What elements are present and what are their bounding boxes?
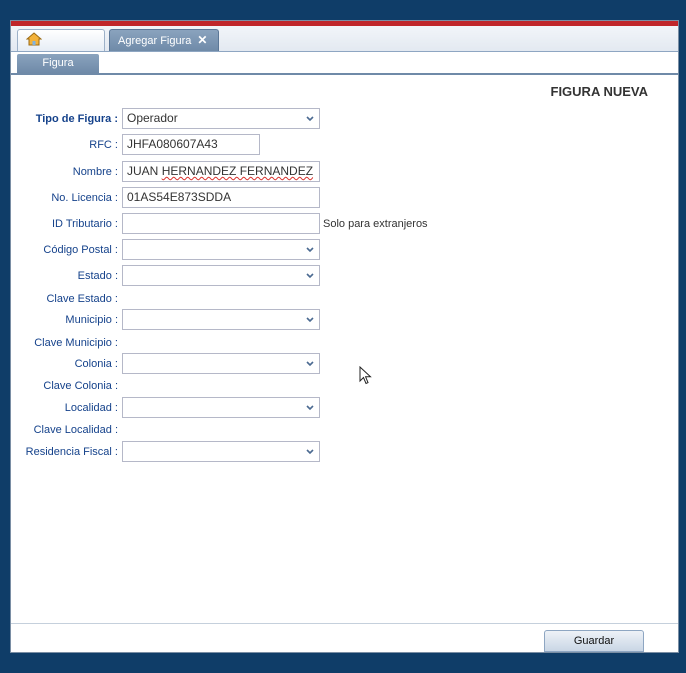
chevron-down-icon[interactable] [305,310,315,329]
municipio-label: Municipio : [65,314,118,326]
municipio-select[interactable] [122,309,320,330]
colonia-label: Colonia : [74,358,118,370]
tab-figura[interactable]: Figura [17,54,99,73]
id-tributario-label: ID Tributario : [51,218,118,230]
id-tributario-hint: Solo para extranjeros [323,218,428,230]
tipo-figura-label: Tipo de Figura : [35,113,118,125]
nombre-field[interactable]: JUAN HERNANDEZ FERNANDEZ [122,161,320,182]
nombre-value-first: JUAN [127,164,159,178]
residencia-fiscal-label: Residencia Fiscal : [25,446,118,458]
mouse-pointer-icon [359,366,372,385]
close-icon[interactable]: ✕ [197,33,207,47]
chevron-down-icon[interactable] [305,398,315,417]
save-button[interactable]: Guardar [544,630,644,652]
clave-municipio-label: Clave Municipio : [34,337,118,349]
residencia-fiscal-select[interactable] [122,441,320,462]
rfc-label: RFC : [89,139,118,151]
tipo-figura-select[interactable]: Operador [122,108,320,129]
page-title: FIGURA NUEVA [550,84,649,99]
form-panel: FIGURA NUEVA Tipo de Figura : Operador R… [11,75,678,652]
clave-localidad-label: Clave Localidad : [33,424,118,436]
subtab-strip: Figura [11,52,678,75]
tab-home[interactable]: demodemo [17,29,105,66]
localidad-label: Localidad : [64,402,118,414]
chevron-down-icon[interactable] [305,354,315,373]
colonia-select[interactable] [122,353,320,374]
tab-strip: demodemo Agregar Figura ✕ [11,26,678,66]
chevron-down-icon[interactable] [305,240,315,259]
id-tributario-field[interactable] [122,213,320,234]
tab-agregar-figura[interactable]: Agregar Figura ✕ [109,29,219,51]
nombre-value-rest: HERNANDEZ FERNANDEZ [161,164,314,178]
tab-agregar-figura-label: Agregar Figura [118,35,192,47]
chevron-down-icon[interactable] [305,109,315,128]
chevron-down-icon[interactable] [305,266,315,285]
codigo-postal-select[interactable] [122,239,320,260]
licencia-label: No. Licencia : [51,192,118,204]
clave-estado-label: Clave Estado : [46,293,118,305]
licencia-field[interactable]: 01AS54E873SDDA [122,187,320,208]
nombre-label: Nombre : [72,166,118,178]
app-window: demodemo Agregar Figura ✕ Figura FIGURA N… [10,20,679,653]
estado-select[interactable] [122,265,320,286]
codigo-postal-label: Código Postal : [43,244,118,256]
footer-divider [11,623,678,624]
home-icon [26,32,42,46]
chevron-down-icon[interactable] [305,442,315,461]
rfc-field[interactable]: JHFA080607A43 [122,134,260,155]
tipo-figura-value: Operador [127,111,178,125]
localidad-select[interactable] [122,397,320,418]
clave-colonia-label: Clave Colonia : [43,380,118,392]
estado-label: Estado : [77,270,118,282]
